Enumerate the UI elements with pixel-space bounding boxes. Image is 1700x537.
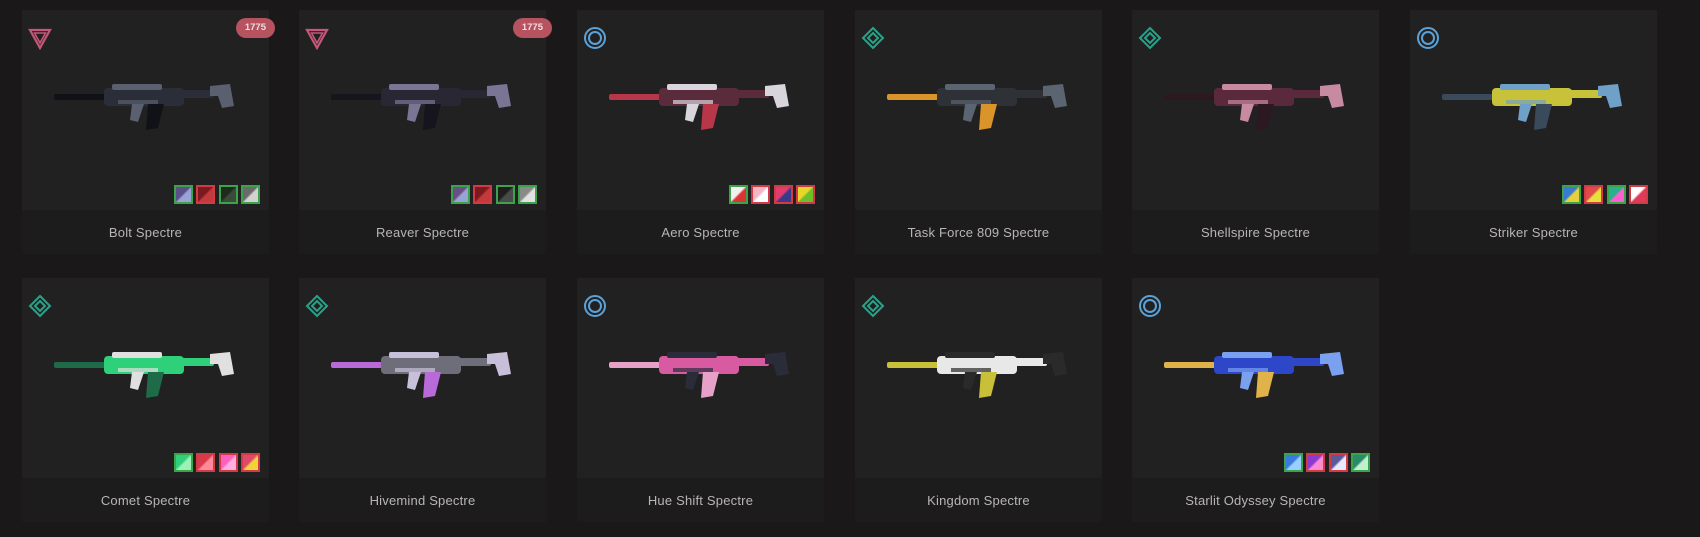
triangle-icon (28, 26, 52, 51)
chroma-swatches (1561, 185, 1648, 204)
chroma-swatch[interactable] (196, 453, 215, 472)
chroma-swatch[interactable] (751, 185, 770, 204)
chroma-swatch[interactable] (1351, 453, 1370, 472)
skin-name: Reaver Spectre (299, 210, 546, 254)
skin-card[interactable]: Comet Spectre (22, 278, 269, 522)
skin-card[interactable]: Starlit Odyssey Spectre (1132, 278, 1379, 522)
skin-name: Bolt Spectre (22, 210, 269, 254)
skin-preview[interactable] (22, 10, 269, 210)
skin-card[interactable]: Striker Spectre (1410, 10, 1657, 254)
skin-name: Striker Spectre (1410, 210, 1657, 254)
weapon-image (52, 72, 242, 142)
chroma-swatch[interactable] (450, 185, 470, 204)
skin-card[interactable]: Hivemind Spectre (299, 278, 546, 522)
skin-preview[interactable] (22, 278, 269, 478)
weapon-image (607, 72, 797, 142)
chroma-swatch[interactable] (728, 185, 748, 204)
weapon-image (1162, 72, 1352, 142)
weapon-image (52, 340, 242, 410)
skin-name: Hivemind Spectre (299, 478, 546, 522)
chroma-swatch[interactable] (495, 185, 515, 204)
price-badge: 1775 (512, 18, 552, 38)
chroma-swatch[interactable] (1629, 185, 1648, 204)
diamond-icon (861, 26, 885, 50)
chroma-swatches (728, 185, 815, 204)
skin-name: Task Force 809 Spectre (855, 210, 1102, 254)
skin-preview[interactable] (855, 278, 1102, 478)
ring-icon (583, 26, 607, 50)
chroma-swatch[interactable] (173, 453, 193, 472)
chroma-swatch[interactable] (773, 185, 793, 204)
weapon-image (607, 340, 797, 410)
chroma-swatch[interactable] (1283, 453, 1303, 472)
skin-preview[interactable] (577, 278, 824, 478)
chroma-swatch[interactable] (473, 185, 492, 204)
skin-card[interactable]: Task Force 809 Spectre (855, 10, 1102, 254)
chroma-swatch[interactable] (173, 185, 193, 204)
chroma-swatches (1283, 453, 1370, 472)
weapon-image (885, 340, 1075, 410)
chroma-swatch[interactable] (1561, 185, 1581, 204)
chroma-swatches (173, 185, 260, 204)
skin-card[interactable]: Hue Shift Spectre (577, 278, 824, 522)
skin-name: Shellspire Spectre (1132, 210, 1379, 254)
diamond-icon (305, 294, 329, 318)
diamond-icon (861, 294, 885, 318)
chroma-swatch[interactable] (1606, 185, 1626, 204)
chroma-swatch[interactable] (1584, 185, 1603, 204)
chroma-swatches (173, 453, 260, 472)
skin-preview[interactable] (855, 10, 1102, 210)
chroma-swatch[interactable] (218, 185, 238, 204)
skin-preview[interactable] (299, 278, 546, 478)
skin-name: Aero Spectre (577, 210, 824, 254)
chroma-swatch[interactable] (796, 185, 815, 204)
skin-grid: 1775 Bolt Spectre 1775 Reaver Spectre Aero… (0, 0, 1700, 537)
weapon-image (329, 340, 519, 410)
ring-icon (583, 294, 607, 318)
diamond-icon (1138, 26, 1162, 50)
skin-card[interactable]: Kingdom Spectre (855, 278, 1102, 522)
chroma-swatch[interactable] (218, 453, 238, 472)
chroma-swatch[interactable] (241, 453, 260, 472)
chroma-swatch[interactable] (1306, 453, 1325, 472)
ring-icon (1416, 26, 1440, 50)
skin-name: Starlit Odyssey Spectre (1132, 478, 1379, 522)
diamond-icon (28, 294, 52, 318)
triangle-icon (305, 26, 329, 51)
chroma-swatches (450, 185, 537, 204)
chroma-swatch[interactable] (1328, 453, 1348, 472)
weapon-image (329, 72, 519, 142)
skin-name: Kingdom Spectre (855, 478, 1102, 522)
weapon-image (1162, 340, 1352, 410)
skin-preview[interactable] (299, 10, 546, 210)
weapon-image (885, 72, 1075, 142)
skin-preview[interactable] (577, 10, 824, 210)
price-badge: 1775 (235, 18, 275, 38)
skin-card[interactable]: Shellspire Spectre (1132, 10, 1379, 254)
ring-icon (1138, 294, 1162, 318)
skin-preview[interactable] (1132, 278, 1379, 478)
chroma-swatch[interactable] (241, 185, 260, 204)
skin-name: Hue Shift Spectre (577, 478, 824, 522)
skin-preview[interactable] (1132, 10, 1379, 210)
skin-card[interactable]: Aero Spectre (577, 10, 824, 254)
skin-card[interactable]: 1775 Reaver Spectre (299, 10, 552, 254)
weapon-image (1440, 72, 1630, 142)
skin-name: Comet Spectre (22, 478, 269, 522)
skin-preview[interactable] (1410, 10, 1657, 210)
chroma-swatch[interactable] (196, 185, 215, 204)
skin-card[interactable]: 1775 Bolt Spectre (22, 10, 275, 254)
chroma-swatch[interactable] (518, 185, 537, 204)
